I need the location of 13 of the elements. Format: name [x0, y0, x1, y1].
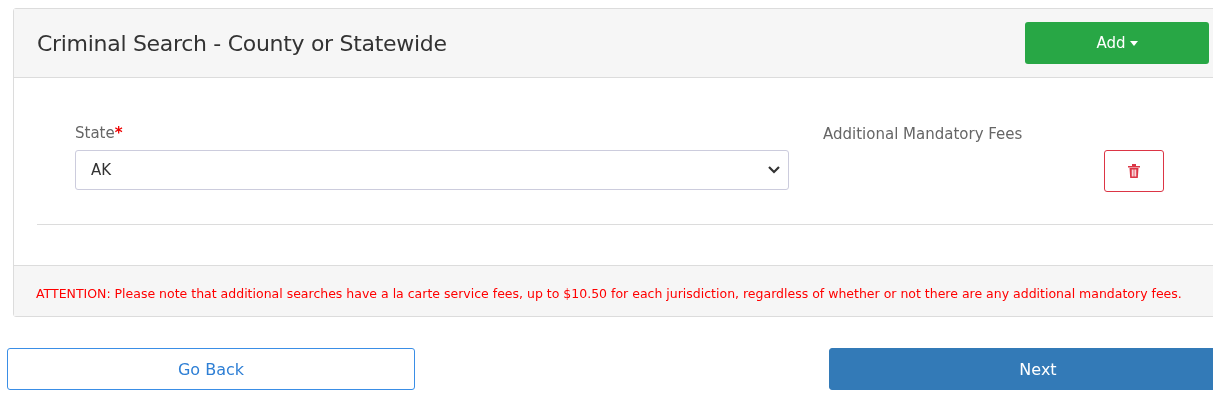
attention-notice: ATTENTION: Please note that additional searches have a la carte service fees, up to $10.50 for each jurisdiction, regardless of whether or not there are any additional mandatory fees. [36, 285, 1183, 303]
trash-icon [1128, 164, 1140, 178]
state-select[interactable]: AK [75, 150, 789, 190]
chevron-down-icon [768, 166, 780, 174]
field-label: State [75, 124, 115, 142]
required-mark: * [114, 124, 123, 142]
delete-button[interactable] [1104, 150, 1164, 192]
next-button[interactable]: Next [829, 348, 1213, 390]
go-back-button[interactable]: Go Back [7, 348, 415, 390]
add-button[interactable]: Add [1025, 22, 1209, 64]
card-title: Criminal Search - County or Statewide [37, 30, 447, 56]
fees-label: Additional Mandatory Fees [823, 125, 1023, 143]
caret-icon [1129, 41, 1138, 46]
